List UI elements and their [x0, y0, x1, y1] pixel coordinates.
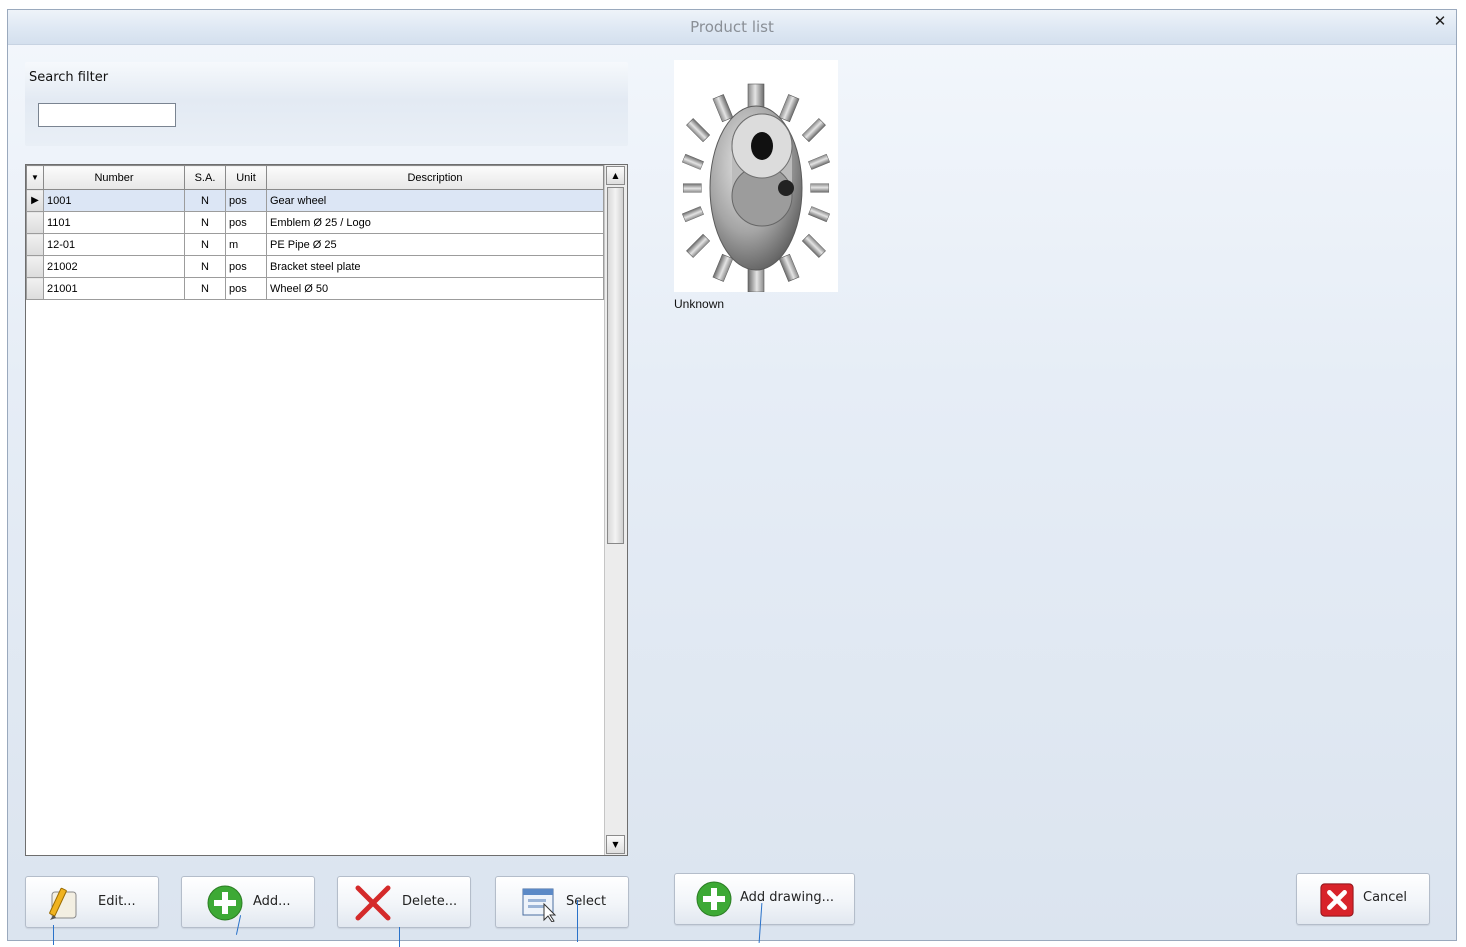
cancel-x-icon [1320, 883, 1354, 917]
delete-x-icon [355, 885, 391, 921]
edit-button-label: Edit... [98, 894, 136, 909]
cell-sa[interactable]: N [184, 189, 226, 212]
row-header[interactable] [26, 255, 44, 278]
search-filter-panel: Search filter [25, 62, 628, 146]
cell-sa[interactable]: N [184, 233, 226, 256]
cell-sa[interactable]: N [184, 277, 226, 300]
column-header-description[interactable]: Description [266, 165, 604, 190]
callout-line-select [577, 900, 578, 942]
product-table: ▼ Number S.A. Unit Description ▶ 1001 Npos… [26, 165, 604, 300]
cell-sa[interactable]: N [184, 255, 226, 278]
search-filter-label: Search filter [29, 70, 109, 85]
cell-number[interactable]: 21002 [43, 255, 185, 278]
cell-unit[interactable]: pos [225, 189, 267, 212]
cell-number[interactable]: 21001 [43, 277, 185, 300]
current-row-indicator-icon[interactable]: ▶ [26, 189, 44, 212]
cell-unit[interactable]: pos [225, 277, 267, 300]
edit-pencil-icon [49, 887, 77, 920]
image-caption: Unknown [674, 297, 725, 311]
product-grid: ▼ Number S.A. Unit Description ▶ 1001 Npos… [25, 164, 628, 856]
column-header-unit[interactable]: Unit [225, 165, 267, 190]
edit-button[interactable]: Edit... [25, 876, 159, 928]
delete-button[interactable]: Delete... [337, 876, 471, 928]
delete-button-label: Delete... [402, 894, 458, 909]
cell-description[interactable]: Bracket steel plate [266, 255, 604, 278]
product-list-dialog: Product list ✕ Search filter ▼ Number S.… [7, 9, 1457, 941]
table-row[interactable]: ▶ 1001 Npos Gear wheel [26, 189, 604, 212]
scroll-down-icon[interactable]: ▼ [606, 835, 625, 854]
cell-number[interactable]: 1001 [43, 189, 185, 212]
scroll-up-icon[interactable]: ▲ [606, 166, 625, 185]
cell-description[interactable]: Wheel Ø 50 [266, 277, 604, 300]
add-button-label: Add... [253, 894, 291, 909]
row-header[interactable] [26, 277, 44, 300]
callout-line-delete [399, 927, 400, 947]
close-icon[interactable]: ✕ [1432, 12, 1448, 30]
cell-number[interactable]: 1101 [43, 211, 185, 234]
cell-description[interactable]: Emblem Ø 25 / Logo [266, 211, 604, 234]
product-image [674, 60, 838, 293]
add-drawing-button[interactable]: Add drawing... [674, 873, 855, 925]
table-row[interactable]: 21002 Npos Bracket steel plate [26, 255, 604, 278]
table-row[interactable]: 21001 Npos Wheel Ø 50 [26, 277, 604, 300]
add-button[interactable]: Add... [181, 876, 315, 928]
scroll-thumb[interactable] [607, 187, 624, 544]
table-row[interactable]: 1101 Npos Emblem Ø 25 / Logo [26, 211, 604, 234]
column-chooser-icon[interactable]: ▼ [26, 165, 44, 190]
add-drawing-button-label: Add drawing... [740, 890, 834, 905]
gear-wheel-image-icon [681, 83, 831, 293]
title-bar[interactable]: Product list ✕ [8, 10, 1456, 45]
select-button-label: Select [566, 894, 607, 909]
cell-description[interactable]: PE Pipe Ø 25 [266, 233, 604, 256]
cell-unit[interactable]: pos [225, 255, 267, 278]
select-button[interactable]: Select [495, 876, 629, 928]
row-header[interactable] [26, 211, 44, 234]
table-header-row: ▼ Number S.A. Unit Description [26, 165, 604, 190]
cancel-button-label: Cancel [1363, 890, 1408, 905]
cancel-button[interactable]: Cancel [1296, 873, 1430, 925]
select-window-icon [522, 888, 557, 922]
table-row[interactable]: 12-01 Nm PE Pipe Ø 25 [26, 233, 604, 256]
cell-number[interactable]: 12-01 [43, 233, 185, 256]
column-header-number[interactable]: Number [43, 165, 185, 190]
table-scrollbar[interactable]: ▲ ▼ [604, 165, 627, 855]
add-plus-icon [207, 885, 243, 921]
window-title: Product list [690, 18, 774, 36]
cell-unit[interactable]: pos [225, 211, 267, 234]
row-header[interactable] [26, 233, 44, 256]
search-filter-input[interactable] [38, 103, 176, 127]
add-drawing-plus-icon [696, 881, 732, 917]
cell-unit[interactable]: m [225, 233, 267, 256]
cell-description[interactable]: Gear wheel [266, 189, 604, 212]
cell-sa[interactable]: N [184, 211, 226, 234]
column-header-sa[interactable]: S.A. [184, 165, 226, 190]
callout-line-edit [53, 925, 54, 945]
